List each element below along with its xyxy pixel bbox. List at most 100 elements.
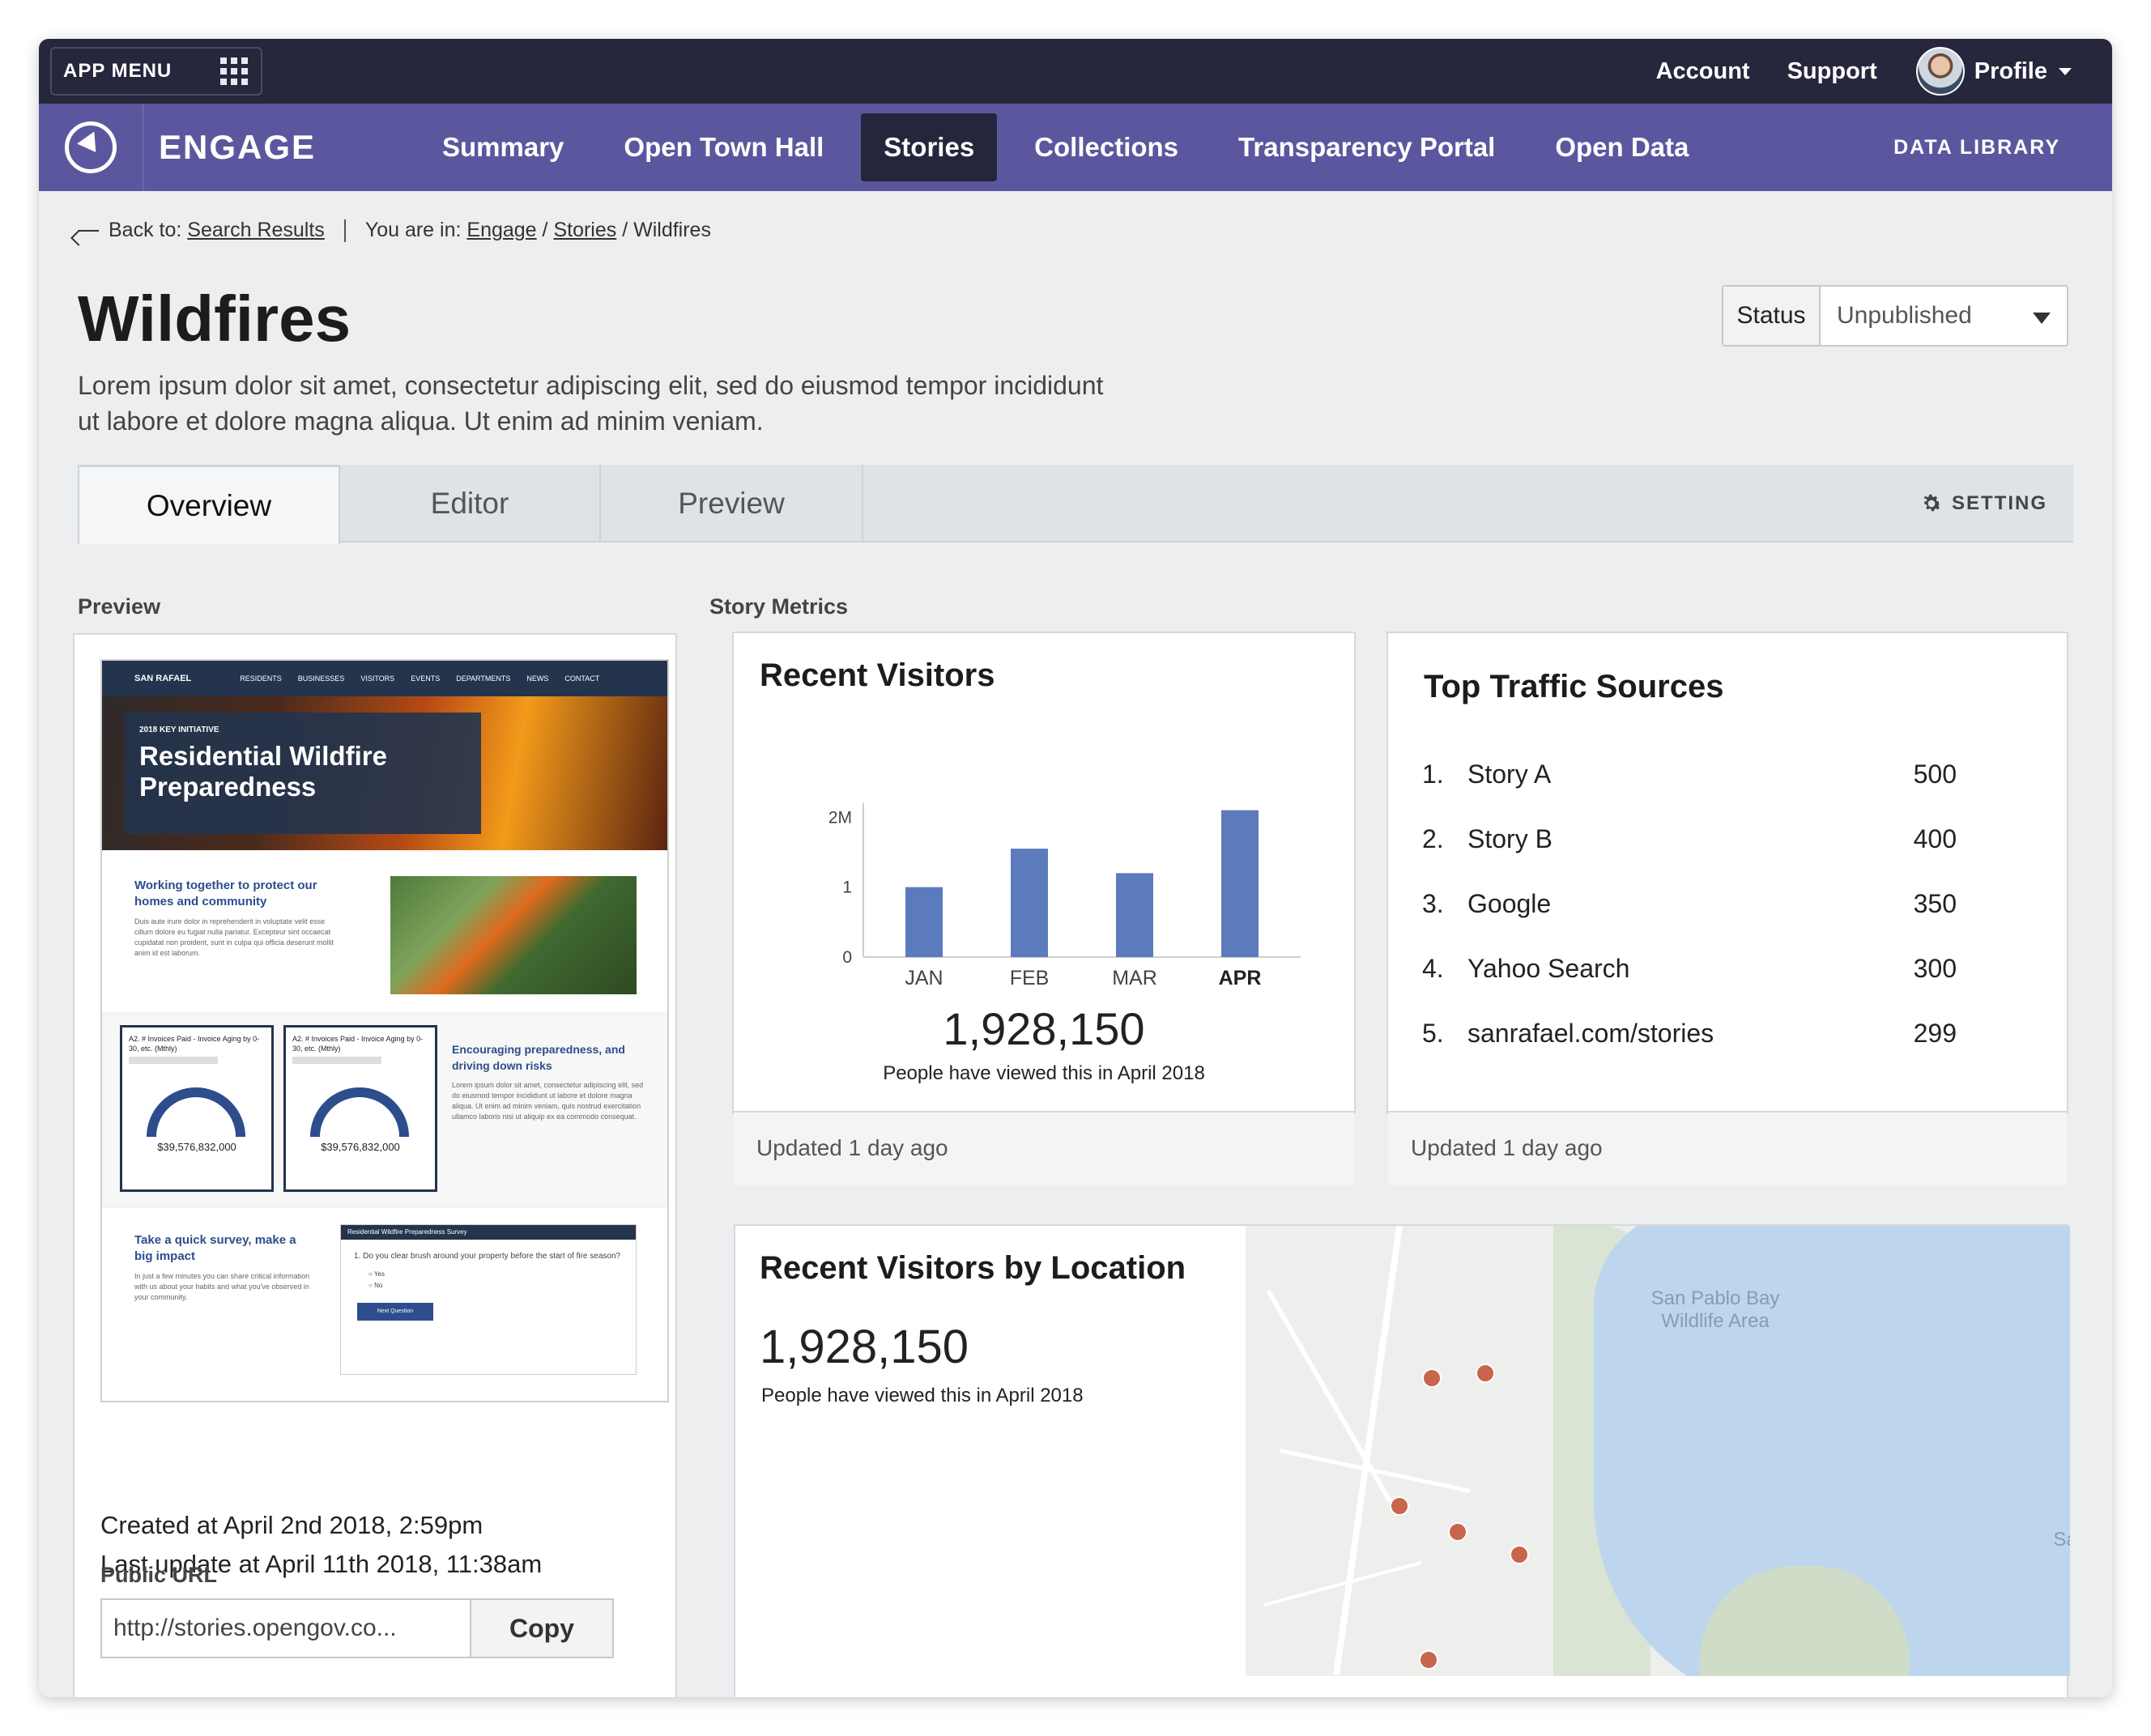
location-caption: People have viewed this in April 2018 bbox=[761, 1385, 1084, 1406]
gauge-chart bbox=[310, 1087, 409, 1137]
mini-chip bbox=[129, 1057, 218, 1064]
recent-visitors-updated: Updated 1 day ago bbox=[734, 1111, 1354, 1185]
engage-logo[interactable] bbox=[39, 104, 144, 191]
status-label: Status bbox=[1723, 287, 1821, 345]
crumb-engage[interactable]: Engage bbox=[466, 219, 536, 242]
caret-down-icon bbox=[2059, 67, 2072, 75]
mini-section-2: A2. # Invoices Paid - Invoice Aging by 0… bbox=[102, 1017, 667, 1203]
created-at: Created at April 2nd 2018, 2:59pm bbox=[100, 1511, 483, 1539]
mini-survey-title: Residential Wildfire Preparedness Survey bbox=[341, 1225, 636, 1240]
list-item[interactable]: 4. Yahoo Search 300 bbox=[1422, 936, 1957, 1001]
bar-feb[interactable] bbox=[1011, 849, 1048, 957]
map-road bbox=[1333, 1226, 1403, 1676]
mini-s3-title: Take a quick survey, make a big impact bbox=[134, 1233, 296, 1263]
list-item[interactable]: 5. sanrafael.com/stories 299 bbox=[1422, 1001, 1957, 1066]
nav-item-stories[interactable]: Stories bbox=[861, 113, 998, 181]
y-tick-label: 2M bbox=[828, 808, 852, 827]
tab-editor[interactable]: Editor bbox=[340, 465, 601, 542]
location-pin[interactable] bbox=[1422, 1368, 1442, 1388]
story-preview-thumbnail[interactable]: SAN RAFAEL RESIDENTS BUSINESSES VISITORS… bbox=[100, 659, 669, 1402]
bar-apr[interactable] bbox=[1221, 810, 1259, 957]
profile-menu[interactable]: Profile bbox=[1974, 58, 2072, 85]
location-pin[interactable] bbox=[1419, 1650, 1438, 1670]
x-tick-label: JAN bbox=[905, 967, 943, 989]
y-tick-label: 1 bbox=[842, 879, 852, 897]
location-pin[interactable] bbox=[1476, 1364, 1495, 1383]
list-item[interactable]: 1. Story A 500 bbox=[1422, 742, 1957, 806]
mini-nav-item: DEPARTMENTS bbox=[456, 674, 511, 683]
mini-s2-text: Lorem ipsum dolor sit amet, consectetur … bbox=[452, 1081, 644, 1121]
location-card: Recent Visitors by Location 1,928,150 Pe… bbox=[734, 1224, 2070, 1697]
nav-item-summary[interactable]: Summary bbox=[420, 113, 586, 181]
mini-s2-title: Encouraging preparedness, and driving do… bbox=[452, 1043, 625, 1072]
tab-preview[interactable]: Preview bbox=[601, 465, 863, 542]
crumb-stories[interactable]: Stories bbox=[553, 219, 616, 242]
crumb-slash: / bbox=[622, 219, 628, 241]
x-tick-label: MAR bbox=[1112, 967, 1157, 989]
map-road bbox=[1280, 1449, 1471, 1493]
top-traffic-updated: Updated 1 day ago bbox=[1388, 1111, 2067, 1185]
public-url-row: http://stories.opengov.co... Copy bbox=[100, 1598, 614, 1658]
copy-button[interactable]: Copy bbox=[471, 1600, 612, 1657]
back-prefix: Back to: bbox=[109, 219, 182, 241]
bar-mar[interactable] bbox=[1116, 873, 1153, 957]
mini-hero-box: 2018 KEY INITIATIVE Residential Wildfire… bbox=[125, 713, 481, 834]
profile-label: Profile bbox=[1974, 57, 2047, 84]
mini-survey: Residential Wildfire Preparedness Survey… bbox=[340, 1224, 637, 1375]
avatar[interactable] bbox=[1915, 47, 1965, 96]
nav-item-transparency-portal[interactable]: Transparency Portal bbox=[1216, 113, 1518, 181]
preview-card: SAN RAFAEL RESIDENTS BUSINESSES VISITORS… bbox=[73, 633, 677, 1697]
page-title: Wildfires bbox=[78, 283, 351, 355]
top-links: Account Support Profile bbox=[1619, 39, 2072, 104]
mini-nav-item: CONTACT bbox=[564, 674, 600, 683]
preview-section-label: Preview bbox=[78, 594, 161, 619]
nav-item-open-town-hall[interactable]: Open Town Hall bbox=[601, 113, 846, 181]
mini-chip bbox=[292, 1057, 381, 1064]
app-menu-button[interactable]: APP MENU bbox=[50, 47, 262, 96]
recent-visitors-card: Recent Visitors 0 1 2M JAN FEB MAR APR 1,928,1… bbox=[732, 632, 1356, 1185]
you-are-in-label: You are in: bbox=[364, 219, 462, 241]
location-pin[interactable] bbox=[1448, 1522, 1467, 1542]
account-link[interactable]: Account bbox=[1656, 58, 1750, 85]
top-traffic-card: Top Traffic Sources 1. Story A 500 2. Story… bbox=[1386, 632, 2068, 1185]
breadcrumb-separator bbox=[343, 219, 346, 242]
location-pin[interactable] bbox=[1510, 1545, 1529, 1564]
compass-icon bbox=[65, 121, 117, 173]
crumb-slash: / bbox=[542, 219, 548, 241]
mini-s3-text: In just a few minutes you can share crit… bbox=[134, 1272, 310, 1301]
mini-survey-button: Next Question bbox=[357, 1303, 433, 1321]
visitor-location-map[interactable]: San Pablo Bay Wildlife Area Sa bbox=[1246, 1226, 2070, 1676]
support-link[interactable]: Support bbox=[1787, 58, 1877, 85]
setting-label: SETTING bbox=[1951, 492, 2047, 514]
public-url-input[interactable]: http://stories.opengov.co... bbox=[102, 1600, 471, 1657]
breadcrumb: Back to: Search Results You are in: Enga… bbox=[78, 219, 711, 242]
public-url-label: Public URL bbox=[100, 1563, 218, 1587]
page-description: Lorem ipsum dolor sit amet, consectetur … bbox=[78, 371, 1104, 436]
location-title: Recent Visitors by Location bbox=[760, 1250, 1186, 1286]
recent-visitors-title: Recent Visitors bbox=[760, 657, 995, 693]
mini-logo: SAN RAFAEL bbox=[134, 674, 192, 683]
mini-photo bbox=[390, 876, 637, 994]
mini-section-3: Take a quick survey, make a big impact I… bbox=[102, 1208, 667, 1401]
mini-nav-item: RESIDENTS bbox=[240, 674, 282, 683]
status-select[interactable]: Status Unpublished bbox=[1722, 285, 2068, 347]
traffic-list: 1. Story A 500 2. Story B 400 3. Google 350 4.… bbox=[1422, 742, 1957, 1066]
bar-jan[interactable] bbox=[905, 887, 943, 957]
mini-nav-item: EVENTS bbox=[411, 674, 441, 683]
setting-button[interactable]: SETTING bbox=[1919, 465, 2047, 542]
data-library-link[interactable]: DATA LIBRARY bbox=[1893, 104, 2060, 191]
main-nav: ENGAGE Summary Open Town Hall Stories Co… bbox=[39, 104, 2112, 191]
location-pin[interactable] bbox=[1390, 1496, 1409, 1516]
back-link[interactable]: Search Results bbox=[187, 219, 325, 242]
tab-overview[interactable]: Overview bbox=[78, 465, 340, 544]
x-tick-label: FEB bbox=[1010, 967, 1050, 989]
mini-card-title: A2. # Invoices Paid - Invoice Aging by 0… bbox=[292, 1035, 424, 1053]
map-label: San Pablo Bay Wildlife Area bbox=[1651, 1287, 1780, 1332]
list-item[interactable]: 2. Story B 400 bbox=[1422, 806, 1957, 871]
list-item[interactable]: 3. Google 350 bbox=[1422, 871, 1957, 936]
recent-visitors-bar-chart: 0 1 2M JAN FEB MAR APR bbox=[807, 795, 1309, 989]
nav-item-collections[interactable]: Collections bbox=[1012, 113, 1201, 181]
nav-item-open-data[interactable]: Open Data bbox=[1532, 113, 1711, 181]
mini-card-title: A2. # Invoices Paid - Invoice Aging by 0… bbox=[129, 1035, 260, 1053]
mini-kicker: 2018 KEY INITIATIVE bbox=[139, 725, 219, 734]
